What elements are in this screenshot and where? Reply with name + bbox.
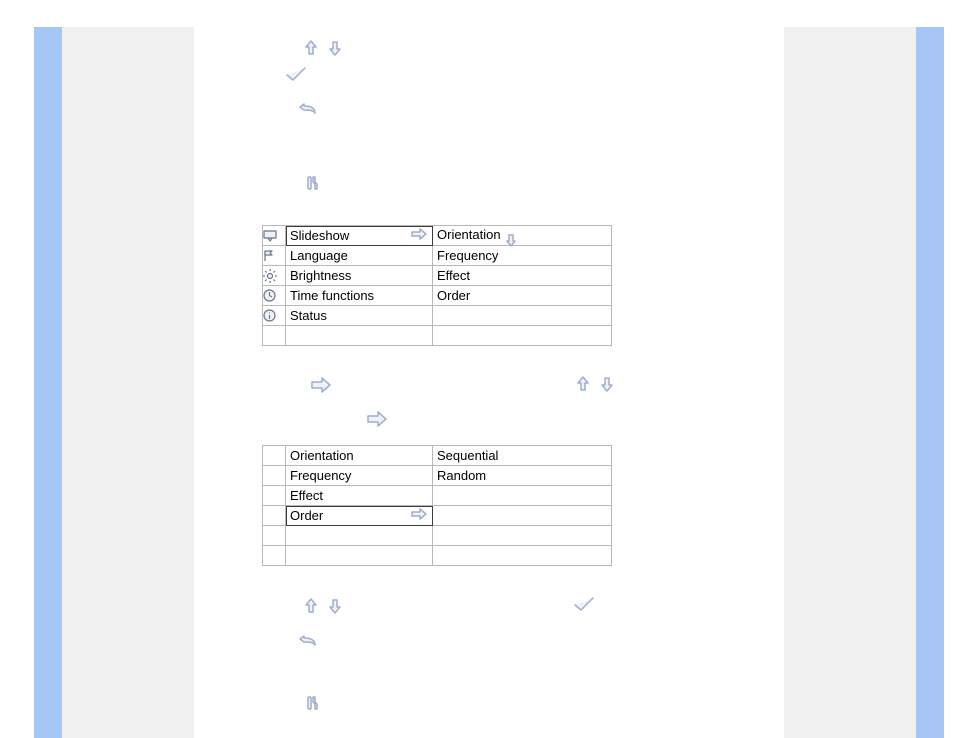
submenu-label: Order [437,288,470,303]
table-row [263,326,612,346]
sidebar-right [916,27,944,738]
table-row: Frequency Random [263,466,612,486]
menu-item-label: Time functions [290,288,374,303]
margin-left [62,27,194,738]
table-row: Slideshow Orientation [263,226,612,246]
arrow-right-icon [410,508,428,520]
menu-item-label: Effect [290,488,323,503]
margin-right [784,27,916,738]
table-row [263,546,612,566]
check-icon [572,595,596,615]
flag-icon [263,246,286,266]
arrow-up-icon [302,39,320,57]
submenu-label: Frequency [437,248,498,263]
table-row: Language Frequency [263,246,612,266]
arrow-right-icon [410,228,428,240]
projector-icon [263,226,286,246]
submenu-item[interactable]: Frequency [433,246,612,266]
arrow-up-icon [302,597,320,615]
table-row: Order [263,506,612,526]
arrow-right-icon [310,377,332,393]
menu-item-label: Frequency [290,468,351,483]
check-icon [284,65,308,85]
table-row: Brightness Effect [263,266,612,286]
menu-item-label: Status [290,308,327,323]
arrow-down-icon [326,39,344,57]
sidebar-left [34,27,62,738]
arrow-down-icon [504,232,518,248]
menu-item-brightness[interactable]: Brightness [286,266,433,286]
submenu-item[interactable]: Random [433,466,612,486]
table-row [263,526,612,546]
menu-item-order[interactable]: Order [286,506,433,526]
menu-item-language[interactable]: Language [286,246,433,266]
table-row: Orientation Sequential [263,446,612,466]
menu-item[interactable]: Effect [286,486,433,506]
arrow-right-icon [366,411,388,427]
menu-item[interactable]: Frequency [286,466,433,486]
clock-icon [263,286,286,306]
back-icon [298,103,318,117]
menu-item-label: Slideshow [290,228,349,243]
menu-item-label: Brightness [290,268,351,283]
arrow-down-icon [598,375,616,393]
menu-item-label: Language [290,248,348,263]
menu-item-label: Orientation [290,448,354,463]
menu-item-status[interactable]: Status [286,306,433,326]
submenu-item[interactable]: Orientation [433,226,612,246]
table-row: Effect [263,486,612,506]
submenu-item[interactable]: Order [433,286,612,306]
menu-item-label: Order [290,508,323,523]
menu-item-time-functions[interactable]: Time functions [286,286,433,306]
menu-item-slideshow[interactable]: Slideshow [286,226,433,246]
submenu-label: Orientation [437,227,501,242]
settings-menu-bottom: Orientation Sequential Frequency Random … [262,445,612,566]
arrow-up-icon [574,375,592,393]
info-icon [263,306,286,326]
arrow-down-icon [326,597,344,615]
submenu-item[interactable]: Sequential [433,446,612,466]
tools-icon [306,695,320,711]
document-page: Slideshow Orientation Language Fre [62,27,916,738]
submenu-label: Effect [437,268,470,283]
tools-icon [306,175,320,191]
submenu-label: Random [437,468,486,483]
submenu-label: Sequential [437,448,498,463]
table-row: Time functions Order [263,286,612,306]
table-row: Status [263,306,612,326]
brightness-icon [263,266,286,286]
back-icon [298,635,318,649]
settings-menu-top: Slideshow Orientation Language Fre [262,225,612,346]
menu-item[interactable]: Orientation [286,446,433,466]
submenu-item[interactable]: Effect [433,266,612,286]
